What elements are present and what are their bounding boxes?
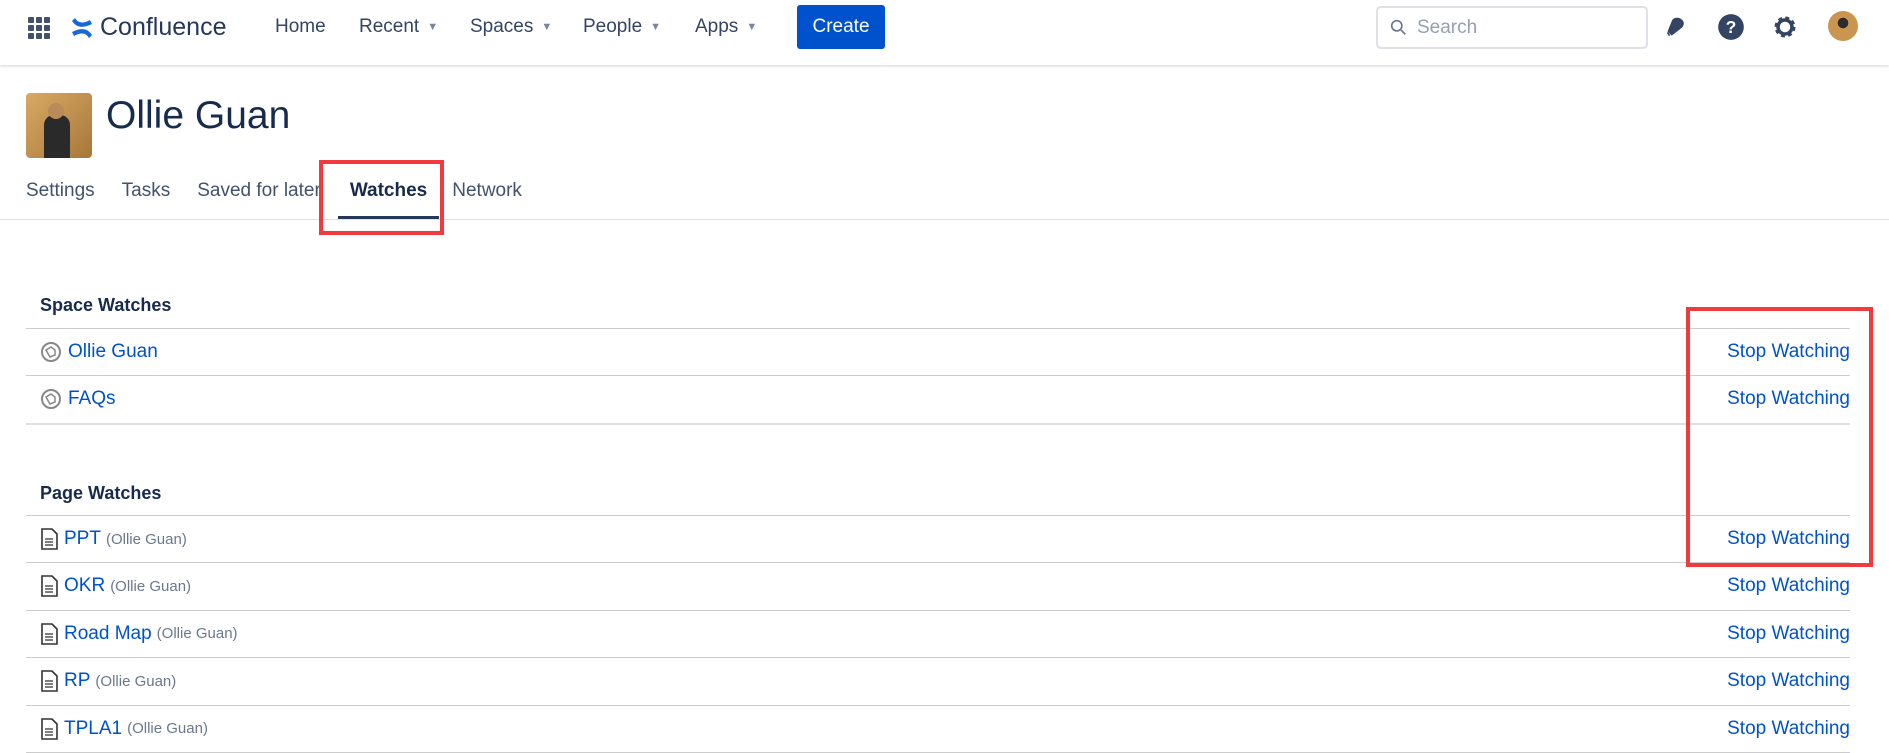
search-icon [1390,19,1406,35]
page-space-label: (Ollie Guan) [127,720,208,738]
profile-avatar [26,93,92,158]
page-icon [41,528,58,550]
page-link[interactable]: PPT [64,528,101,550]
highlight-box-watches-tab [319,160,444,235]
space-icon [41,389,61,409]
confluence-logo[interactable]: Confluence [70,13,226,42]
page-watch-row: RP (Ollie Guan) Stop Watching [26,657,1850,704]
page-space-label: (Ollie Guan) [105,530,187,548]
page-space-label: (Ollie Guan) [95,672,177,690]
page-space-label: (Ollie Guan) [156,625,238,643]
stop-watching-link[interactable]: Stop Watching [1727,718,1850,740]
page-watch-row: PPT (Ollie Guan) Stop Watching [26,515,1850,562]
stop-watching-link[interactable]: Stop Watching [1727,575,1850,597]
top-nav: Confluence Home Recent ▼ Spaces ▼ People ▼ … [0,0,1889,65]
app-switcher-icon[interactable] [28,17,50,39]
chevron-down-icon: ▼ [541,21,553,33]
space-watch-row: FAQs Stop Watching [26,375,1850,422]
divider [26,423,1850,425]
search-input[interactable]: Search [1376,6,1648,49]
chevron-down-icon: ▼ [746,21,758,33]
chevron-down-icon: ▼ [650,21,662,33]
page-link[interactable]: TPLA1 [64,718,122,740]
page-link[interactable]: RP [64,670,90,692]
nav-home[interactable]: Home [275,16,326,38]
tab-settings[interactable]: Settings [26,180,95,220]
space-link[interactable]: FAQs [68,388,116,410]
settings-gear-icon[interactable] [1770,12,1800,42]
profile-tabs: Settings Tasks Saved for later Watches N… [26,180,549,220]
tab-tasks[interactable]: Tasks [122,180,171,220]
page-watches-heading: Page Watches [40,483,162,503]
nav-apps[interactable]: Apps ▼ [695,16,757,38]
page-watch-row: Road Map (Ollie Guan) Stop Watching [26,609,1850,657]
confluence-logo-icon [72,17,92,38]
page-link[interactable]: Road Map [64,623,152,645]
page-space-label: (Ollie Guan) [110,577,192,595]
user-avatar[interactable] [1828,11,1858,41]
nav-recent[interactable]: Recent ▼ [359,16,438,38]
page-link[interactable]: OKR [64,575,105,597]
highlight-box-stop-watching [1686,307,1873,567]
space-icon [41,342,61,362]
help-icon[interactable]: ? [1716,12,1746,42]
tab-divider [0,219,1889,220]
nav-people[interactable]: People ▼ [583,16,661,38]
page-title: Ollie Guan [106,94,291,137]
create-button[interactable]: Create [797,5,885,49]
space-watches-heading: Space Watches [40,295,172,315]
stop-watching-link[interactable]: Stop Watching [1727,623,1850,645]
page-icon [41,622,58,645]
chevron-down-icon: ▼ [427,21,439,33]
stop-watching-link[interactable]: Stop Watching [1727,670,1850,692]
nav-spaces[interactable]: Spaces ▼ [470,16,552,38]
space-link[interactable]: Ollie Guan [68,341,158,363]
svg-text:?: ? [1726,17,1737,37]
page-icon [41,575,58,598]
page-watch-row: TPLA1 (Ollie Guan) Stop Watching [26,704,1850,752]
page-icon [41,717,58,740]
space-watch-row: Ollie Guan Stop Watching [26,328,1850,375]
page-watch-row: OKR (Ollie Guan) Stop Watching [26,562,1850,609]
page-icon [41,670,58,692]
tab-network[interactable]: Network [452,180,522,220]
notifications-bell-icon[interactable] [1660,12,1690,42]
tab-saved-for-later[interactable]: Saved for later [197,180,321,220]
